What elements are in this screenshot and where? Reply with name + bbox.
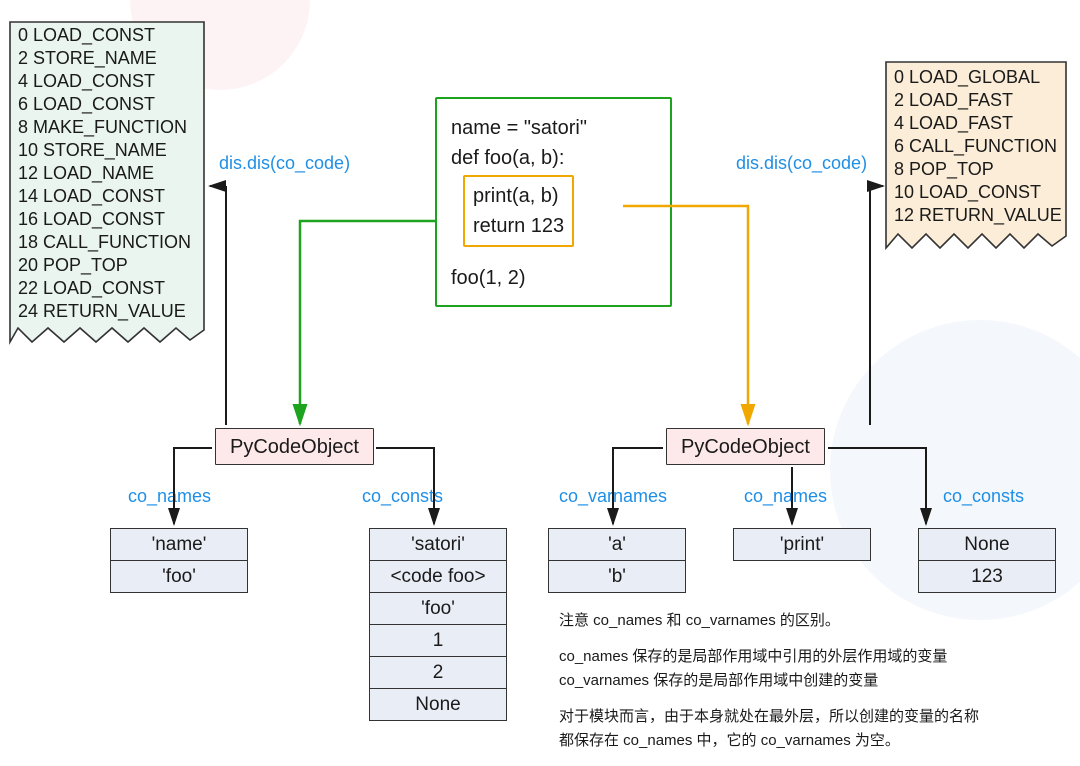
diagram-stage: 0 LOAD_CONST 2 STORE_NAME 4 LOAD_CONST 6…: [0, 0, 1080, 766]
arrow-source-right: [623, 206, 748, 424]
arrows-overlay: [0, 0, 1080, 766]
arrow-source-left: [300, 221, 435, 424]
